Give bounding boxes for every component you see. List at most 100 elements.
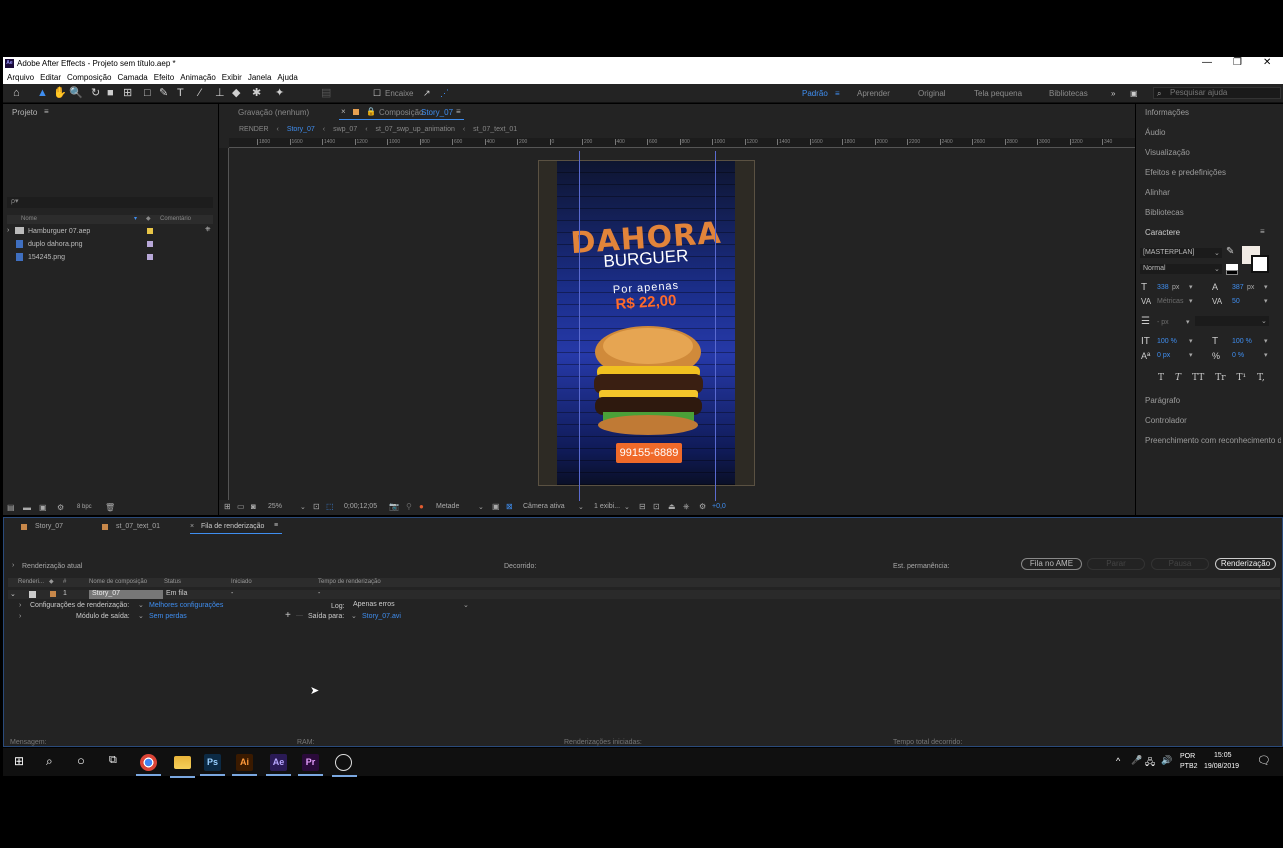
- reset-exposure-icon[interactable]: ⚙: [699, 502, 706, 511]
- fast-preview-icon[interactable]: ⊡: [653, 502, 660, 511]
- clock-date[interactable]: 19/08/2019: [1204, 763, 1239, 770]
- render-settings-value[interactable]: Melhores configurações: [149, 602, 223, 609]
- chevron-right-icon[interactable]: ›: [7, 227, 9, 234]
- more-workspaces-icon[interactable]: »: [1111, 89, 1115, 98]
- menu-exibir[interactable]: Exibir: [222, 73, 242, 82]
- breadcrumb-text01[interactable]: st_07_text_01: [473, 126, 517, 133]
- label-swatch[interactable]: [147, 228, 153, 234]
- panel-menu-icon[interactable]: ≡: [274, 522, 278, 529]
- pixel-aspect-icon[interactable]: ⊟: [639, 502, 646, 511]
- tab-comp-name[interactable]: Story_07: [421, 108, 453, 117]
- windows-start-icon[interactable]: ⊞: [14, 754, 24, 768]
- timecode[interactable]: 0;00;12;05: [344, 503, 377, 510]
- panel-menu-icon[interactable]: ≡: [44, 107, 49, 116]
- list-item[interactable]: duplo dahora.png: [7, 240, 213, 250]
- puppet-tool-icon[interactable]: ✦: [275, 87, 284, 100]
- chevron-down-icon[interactable]: ▾: [1264, 337, 1268, 345]
- remove-output-icon[interactable]: —: [296, 612, 303, 619]
- vertical-ruler[interactable]: [219, 148, 229, 500]
- cortana-icon[interactable]: ○: [77, 753, 85, 768]
- chevron-down-icon[interactable]: ▾: [1189, 297, 1193, 305]
- interpret-footage-icon[interactable]: ▤: [7, 503, 15, 512]
- microphone-icon[interactable]: 🎤: [1131, 755, 1142, 766]
- close-button[interactable]: ✕: [1263, 57, 1271, 69]
- keyboard-layout[interactable]: PTB2: [1180, 763, 1198, 770]
- workspace-menu-icon[interactable]: ≡: [835, 89, 840, 98]
- font-family-select[interactable]: [MASTERPLAN]: [1140, 248, 1222, 258]
- search-icon[interactable]: ⌕: [46, 754, 53, 769]
- output-module-value[interactable]: Sem perdas: [149, 613, 187, 620]
- render-button[interactable]: Renderização: [1215, 558, 1276, 570]
- chevron-down-icon[interactable]: ⌄: [1214, 265, 1220, 273]
- pause-button[interactable]: Pausa: [1151, 558, 1209, 570]
- panel-effects[interactable]: Efeitos e predefinições: [1145, 168, 1226, 177]
- kerning-value[interactable]: Métricas: [1157, 298, 1183, 305]
- panel-controller[interactable]: Controlador: [1145, 416, 1187, 425]
- log-select[interactable]: Apenas erros: [350, 601, 470, 611]
- current-render-label[interactable]: Renderização atual: [22, 563, 82, 570]
- snapshot-icon[interactable]: 📷: [389, 502, 399, 511]
- chevron-down-icon[interactable]: ▾: [1264, 297, 1268, 305]
- workspace-aprender[interactable]: Aprender: [857, 89, 890, 98]
- breadcrumb-render[interactable]: RENDER: [239, 126, 269, 133]
- workspace-original[interactable]: Original: [918, 89, 946, 98]
- chevron-down-icon[interactable]: ⌄: [1214, 249, 1220, 257]
- roto-brush-tool-icon[interactable]: ✱: [252, 87, 261, 100]
- chevron-down-icon[interactable]: ⌄: [300, 503, 306, 511]
- minimize-button[interactable]: —: [1202, 57, 1212, 69]
- tracking-value[interactable]: 50: [1232, 298, 1240, 305]
- guide-line[interactable]: [715, 151, 716, 501]
- menu-efeito[interactable]: Efeito: [154, 73, 174, 82]
- views-select[interactable]: 1 exibi...: [594, 503, 620, 510]
- volume-icon[interactable]: 🔊: [1161, 755, 1172, 766]
- snap-expand-icon[interactable]: ⋰: [440, 87, 449, 100]
- panel-preview[interactable]: Visualização: [1145, 148, 1190, 157]
- photoshop-icon[interactable]: Ps: [200, 754, 225, 776]
- new-folder-icon[interactable]: ▬: [23, 503, 31, 512]
- clock-time[interactable]: 15:05: [1214, 752, 1232, 759]
- chevron-down-icon[interactable]: ⌄: [1261, 317, 1267, 325]
- panel-menu-icon[interactable]: ≡: [1260, 227, 1265, 236]
- panel-paragraph[interactable]: Parágrafo: [1145, 396, 1180, 405]
- render-checkbox[interactable]: [29, 591, 36, 598]
- workspace-padrao[interactable]: Padrão: [802, 89, 828, 98]
- panel-audio[interactable]: Áudio: [1145, 128, 1165, 137]
- menu-arquivo[interactable]: Arquivo: [7, 73, 34, 82]
- flowchart-icon[interactable]: ⎈: [683, 502, 689, 512]
- chevron-down-icon[interactable]: ⌄: [624, 503, 630, 511]
- faux-italic-button[interactable]: T: [1175, 373, 1181, 383]
- workspace-tela-pequena[interactable]: Tela pequena: [974, 89, 1022, 98]
- chevron-down-icon[interactable]: ⌄: [351, 612, 357, 620]
- bit-depth[interactable]: 8 bpc: [77, 504, 92, 510]
- column-status[interactable]: Status: [164, 579, 181, 585]
- chevron-down-icon[interactable]: ▾: [1189, 351, 1193, 359]
- new-composition-icon[interactable]: ▣: [39, 503, 47, 512]
- stop-button[interactable]: Parar: [1087, 558, 1145, 570]
- snap-option-icon[interactable]: ↗: [423, 87, 431, 100]
- small-caps-button[interactable]: Tr: [1215, 373, 1225, 383]
- all-caps-button[interactable]: TT: [1192, 373, 1204, 383]
- monitor-icon[interactable]: ▭: [237, 502, 245, 511]
- chrome-icon[interactable]: [136, 754, 161, 776]
- horizontal-ruler[interactable]: 1800 1600 1400 1200 1000 800 600 400 200 0 200 400 6…: [229, 138, 1135, 148]
- vr-icon[interactable]: ◙: [251, 502, 256, 511]
- premiere-icon[interactable]: Pr: [298, 754, 323, 776]
- menu-editar[interactable]: Editar: [40, 73, 61, 82]
- label-swatch[interactable]: [50, 591, 56, 597]
- font-size-value[interactable]: 338: [1157, 284, 1169, 291]
- font-style-select[interactable]: Normal: [1140, 264, 1222, 274]
- brush-tool-icon[interactable]: ⁄: [199, 87, 201, 100]
- column-started[interactable]: Iniciado: [231, 579, 252, 585]
- column-comp-name[interactable]: Nome de composição: [89, 579, 147, 585]
- chevron-down-icon[interactable]: ⌄: [138, 612, 144, 620]
- type-tool-icon[interactable]: T: [177, 87, 184, 100]
- subscript-button[interactable]: T,: [1257, 373, 1265, 383]
- guide-line[interactable]: [579, 151, 580, 501]
- output-to-value[interactable]: Story_07.avi: [362, 613, 401, 620]
- leading-value[interactable]: 387: [1232, 284, 1244, 291]
- label-swatch[interactable]: [147, 241, 153, 247]
- faux-bold-button[interactable]: T: [1158, 373, 1164, 383]
- fit-icon[interactable]: ⊡: [313, 502, 320, 511]
- chevron-down-icon[interactable]: ⌄: [138, 601, 144, 609]
- eyedropper-icon[interactable]: ✎: [1226, 246, 1234, 257]
